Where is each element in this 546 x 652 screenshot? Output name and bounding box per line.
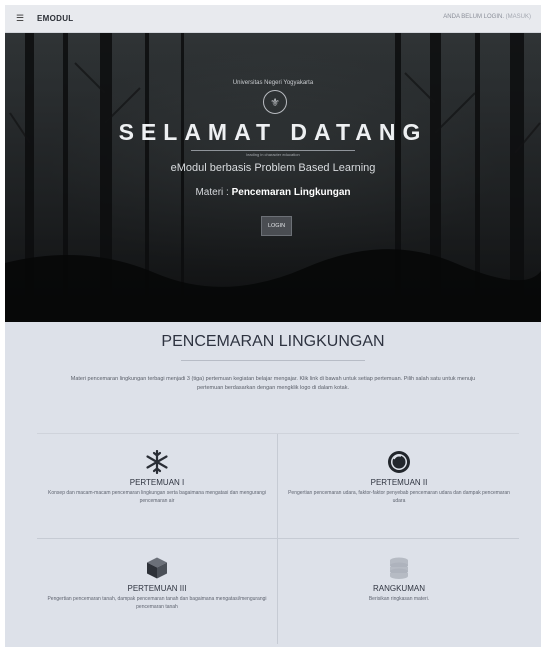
hero-banner: Universitas Negeri Yogyakarta ⚜ SELAMAT … — [5, 33, 541, 322]
hamburger-icon[interactable]: ☰ — [13, 11, 27, 26]
section-title: PENCEMARAN LINGKUNGAN — [161, 333, 385, 350]
card-title: PERTEMUAN II — [370, 478, 428, 487]
forest-background — [5, 33, 541, 322]
login-link[interactable]: (MASUK) — [506, 14, 531, 20]
top-navbar: ☰ EMODUL ANDA BELUM LOGIN. (MASUK) — [5, 5, 541, 33]
hero-materi: Materi : Pencemaran Lingkungan — [5, 187, 541, 198]
grid-divider-horizontal — [37, 538, 519, 539]
cube-icon[interactable] — [145, 556, 169, 580]
university-seal-icon: ⚜ — [263, 90, 287, 114]
login-button[interactable]: LOGIN — [261, 216, 292, 236]
page-frame: ☰ EMODUL ANDA BELUM LOGIN. (MASUK) Unive… — [5, 5, 541, 647]
card-rangkuman[interactable]: RANGKUMAN Berisikan ringkasan materi. — [279, 540, 519, 644]
card-pertemuan-1[interactable]: PERTEMUAN I Konsep dan macam-macam pence… — [37, 434, 277, 538]
university-name: Universitas Negeri Yogyakarta — [232, 80, 314, 86]
materi-value: Pencemaran Lingkungan — [231, 187, 351, 198]
login-status-text: ANDA BELUM LOGIN. — [443, 14, 504, 20]
hero-divider — [191, 150, 355, 151]
hero-subtitle: eModul berbasis Problem Based Learning — [170, 162, 376, 174]
card-description: Pengertian pencemaran tanah, dampak penc… — [47, 596, 267, 610]
brand-logo-text[interactable]: EMODUL — [37, 14, 73, 23]
card-title: PERTEMUAN III — [127, 584, 187, 593]
section-divider — [181, 360, 365, 361]
card-pertemuan-2[interactable]: PERTEMUAN II Pengertian pencemaran udara… — [279, 434, 519, 538]
section-intro: Materi pencemaran lingkungan terbagi men… — [70, 376, 476, 391]
login-status: ANDA BELUM LOGIN. (MASUK) — [443, 14, 531, 20]
card-description: Berisikan ringkasan materi. — [368, 596, 430, 602]
modules-section: PENCEMARAN LINGKUNGAN Materi pencemaran … — [5, 322, 541, 647]
database-icon[interactable] — [387, 556, 411, 580]
card-description: Pengertian pencemaran udara, faktor-fakt… — [288, 490, 510, 504]
card-title: PERTEMUAN I — [129, 478, 185, 487]
card-description: Konsep dan macam-macam pencemaran lingku… — [48, 490, 266, 504]
card-pertemuan-3[interactable]: PERTEMUAN III Pengertian pencemaran tana… — [37, 540, 277, 644]
grid-divider-vertical — [277, 434, 278, 644]
card-title: RANGKUMAN — [372, 584, 425, 593]
hero-tagline: leading in character education — [246, 152, 300, 157]
modules-grid: PERTEMUAN I Konsep dan macam-macam pence… — [37, 433, 519, 644]
camera-lens-icon[interactable] — [387, 450, 411, 474]
hero-title: SELAMAT DATANG — [118, 119, 428, 145]
snowflake-icon[interactable] — [145, 450, 169, 474]
materi-label: Materi : — [195, 187, 232, 198]
